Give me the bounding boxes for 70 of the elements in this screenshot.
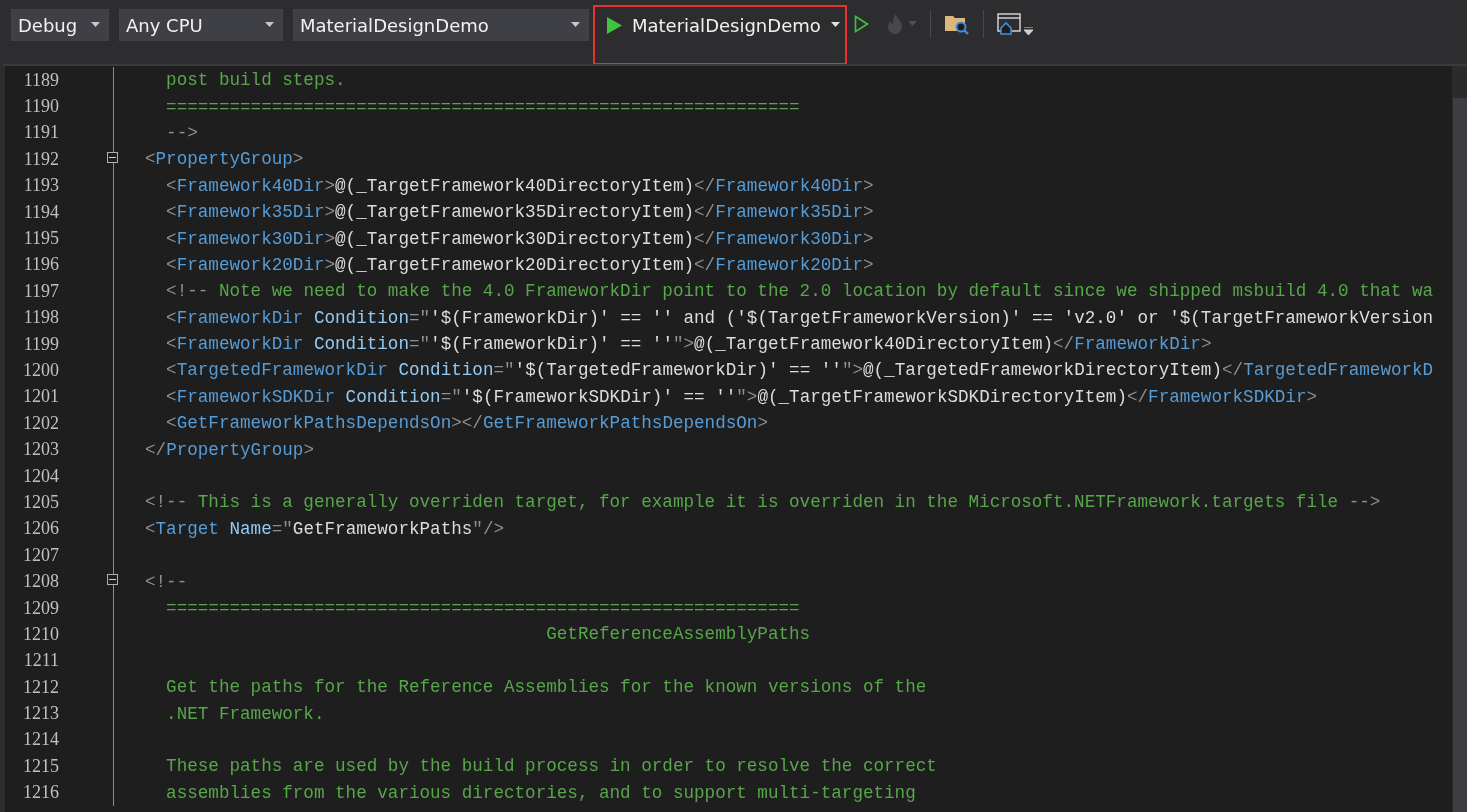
- line-number: 1216: [22, 782, 59, 804]
- code-line: ============================================================: [165, 598, 800, 618]
- collapse-icon[interactable]: [107, 152, 118, 164]
- code-line: GetReferenceAssemblyPaths: [545, 624, 811, 645]
- line-number: 1212: [22, 676, 59, 698]
- window-home-icon: [997, 13, 1021, 35]
- folder-search-icon: [944, 13, 970, 35]
- caret-icon: [571, 22, 580, 28]
- line-number: 1211: [22, 650, 59, 672]
- code-line: ============================================================: [165, 96, 800, 117]
- code-line: <!--: [145, 571, 188, 592]
- code-line: <TargetedFrameworkDir Condition="'$(TargetedFrameworkDir)' == ''">@(_TargetedFrameworkDirectoryItem)</TargetedFrameworkD: [165, 360, 1434, 381]
- code-line: <GetFrameworkPathsDependsOn></GetFrameworkPathsDependsOn>: [165, 413, 768, 434]
- play-outline-icon: [854, 15, 869, 33]
- flame-icon: [885, 13, 905, 35]
- code-line: <!-- Note we need to make the 4.0 FrameworkDir point to the 2.0 location by default since we shipped msbuild 4.0 that wa: [165, 281, 1434, 302]
- line-number: 1204: [22, 465, 59, 487]
- code-line: assemblies from the various directories, and to support multi-targeting: [165, 782, 916, 803]
- code-line: <Framework35Dir>@(_TargetFramework35DirectoryItem)</Framework35Dir>: [165, 202, 874, 223]
- caret-icon: [265, 22, 274, 28]
- line-number: 1210: [22, 623, 59, 645]
- line-number: 1215: [22, 755, 59, 777]
- line-number: 1205: [22, 491, 59, 513]
- code-line: <FrameworkSDKDir Condition="'$(FrameworkSDKDir)' == ''">@(_TargetFrameworkSDKDirectoryItem)</FrameworkSDKDir>: [165, 386, 1317, 407]
- line-number: 1201: [22, 386, 59, 408]
- code-line: These paths are used by the build process in order to resolve the correct: [165, 756, 937, 777]
- line-number: 1213: [22, 703, 59, 725]
- code-line: .NET Framework.: [165, 703, 325, 724]
- line-number: 1200: [22, 360, 59, 381]
- configuration-dropdown[interactable]: MaterialDesignDemo: [293, 9, 589, 41]
- line-number: 1195: [22, 228, 59, 250]
- line-number: 1192: [22, 148, 59, 170]
- code-line: <PropertyGroup>: [145, 149, 304, 170]
- code-line: <Target Name="GetFrameworkPaths"/>: [145, 518, 505, 539]
- line-number: 1194: [22, 201, 59, 223]
- code-line: <FrameworkDir Condition="'$(FrameworkDir)' == '' and ('$(TargetFrameworkVersion)' == 'v2.0' or '$(TargetFrameworkVersion: [165, 307, 1434, 328]
- code-line: Get the paths for the Reference Assemblies for the known versions of the: [165, 677, 927, 698]
- code-line: -->: [165, 122, 198, 143]
- configuration-dropdown[interactable]: Debug: [11, 9, 109, 41]
- line-number: 1203: [22, 439, 59, 461]
- code-line: <!-- This is a generally overriden target, for example it is overriden in the Microsoft.NETFramework.targets file -->: [145, 492, 1381, 513]
- code-line: <Framework20Dir>@(_TargetFramework20DirectoryItem)</Framework20Dir>: [165, 254, 874, 275]
- code-line: <Framework30Dir>@(_TargetFramework30DirectoryItem)</Framework30Dir>: [165, 228, 874, 249]
- line-number: 1197: [22, 280, 59, 302]
- line-number: 1202: [22, 412, 59, 434]
- caret-icon: [830, 22, 840, 28]
- caret-icon: [91, 22, 100, 28]
- configuration-dropdown[interactable]: Any CPU: [119, 9, 283, 41]
- line-number: 1189: [22, 69, 59, 91]
- line-number: 1209: [22, 597, 59, 619]
- code-line: <FrameworkDir Condition="'$(FrameworkDir)' == ''">@(_TargetFramework40DirectoryItem)</FrameworkDir>: [165, 334, 1212, 355]
- line-number: 1190: [22, 96, 59, 118]
- line-number: 1198: [22, 307, 59, 329]
- start-button[interactable]: MaterialDesignDemo: [597, 10, 843, 40]
- code-line: </PropertyGroup>: [145, 439, 314, 460]
- play-icon: [607, 16, 622, 34]
- scrollbar[interactable]: [1452, 66, 1467, 812]
- caret-icon: [1024, 27, 1033, 35]
- line-number: 1214: [22, 729, 59, 751]
- line-number: 1196: [22, 254, 59, 276]
- line-number: 1199: [22, 333, 59, 355]
- line-number: 1191: [22, 122, 59, 144]
- caret-icon: [908, 21, 917, 27]
- code-line: <Framework40Dir>@(_TargetFramework40DirectoryItem)</Framework40Dir>: [165, 175, 874, 196]
- line-number: 1207: [22, 544, 59, 566]
- line-number: 1208: [22, 571, 59, 593]
- code-line: post build steps.: [165, 70, 346, 91]
- collapse-icon[interactable]: [107, 574, 118, 586]
- line-number: 1193: [22, 175, 59, 197]
- line-number: 1206: [22, 518, 59, 540]
